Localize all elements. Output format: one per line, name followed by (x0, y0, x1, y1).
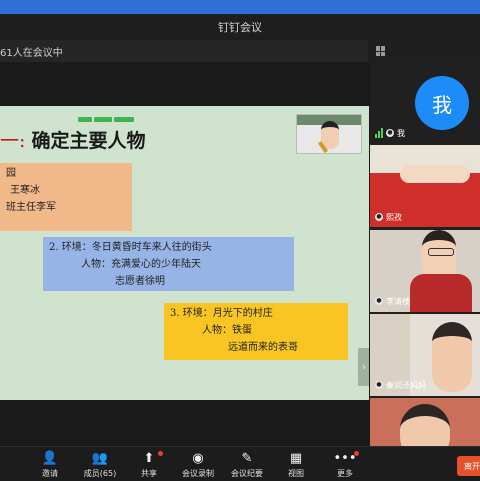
invite-button[interactable]: 👤 邀请 (28, 451, 72, 479)
mic-icon: ● (375, 381, 383, 389)
box2-line2: 人物：充满爱心的少年陆天 (81, 259, 201, 270)
members-icon: 👥 (91, 451, 109, 466)
minutes-button[interactable]: ✎ 会议纪要 (225, 451, 269, 479)
participant-name: 李清楼 (386, 296, 410, 306)
leave-label: 离开 (464, 461, 480, 471)
grid-view-icon: ▦ (289, 451, 303, 466)
participant-name: 秦润泽妈妈 (386, 380, 426, 390)
mic-icon: ● (375, 213, 383, 221)
view-button[interactable]: ▦ 视图 (274, 451, 318, 479)
more-button[interactable]: ••• 更多 (323, 451, 367, 479)
box2-line1: 2. 环境：冬日黄昏时车来人往的街头 (49, 242, 212, 253)
record-button[interactable]: ◉ 会议录制 (176, 451, 220, 479)
box1-line3: 班主任李军 (6, 202, 56, 213)
signal-icon (375, 128, 383, 138)
grid-icon[interactable] (376, 46, 386, 56)
avatar-text: 我 (432, 92, 452, 117)
box2-line3: 志愿者徐明 (115, 276, 165, 287)
box1-line2: 王寒冰 (10, 185, 40, 196)
avatar[interactable]: 我 (415, 76, 469, 130)
participants-count: 61人在会议中 (0, 47, 63, 59)
slide-heading: 一: 确定主要人物 (0, 126, 145, 153)
character-box-2: 2. 环境：冬日黄昏时车来人往的街头 人物：充满爱心的少年陆天 志愿者徐明 (43, 237, 294, 291)
box3-line2: 人物：铁蛋 (202, 325, 252, 336)
add-person-icon: 👤 (41, 451, 59, 466)
slide-mini-toolbar (78, 107, 138, 122)
meeting-toolbar: 👤 邀请 👥 成员(65) ⬆ 共享 ◉ 会议录制 ✎ 会议纪要 ▦ 视图 ••… (0, 446, 480, 481)
more-badge-dot (354, 451, 359, 456)
share-label: 共享 (141, 469, 157, 478)
leave-meeting-button[interactable]: 离开 (457, 456, 480, 476)
participant-name-bar: ● 秦润泽妈妈 (375, 378, 426, 392)
share-active-dot (158, 451, 163, 456)
record-label: 会议录制 (182, 469, 214, 478)
box1-line1: 园 (6, 168, 16, 179)
more-dots-icon: ••• (333, 451, 357, 466)
self-name-bar: ● 我 (375, 126, 405, 140)
participant-name-bar: ● 李清楼 (375, 294, 410, 308)
members-label: 成员(65) (83, 469, 117, 478)
share-screen-icon: ⬆ (143, 451, 155, 466)
participant-name: 熙孜 (386, 212, 402, 222)
mic-icon: ● (386, 129, 394, 137)
character-box-3: 3. 环境：月光下的村庄 人物：铁蛋 远道而来的表哥 (164, 303, 348, 360)
pen-icon: ✎ (241, 451, 253, 466)
window-title: 钉钉会议 (218, 21, 262, 34)
minutes-label: 会议纪要 (231, 469, 263, 478)
window-titlebar: 钉钉会议 (0, 14, 480, 40)
more-label: 更多 (337, 469, 353, 478)
participant-name: 我 (397, 128, 405, 138)
heading-text: 确定主要人物 (31, 130, 146, 152)
participant-video-tile[interactable] (370, 398, 480, 446)
next-page-arrow-icon[interactable]: › (358, 348, 369, 386)
character-box-1: 园 王寒冰 班主任李军 (0, 163, 132, 231)
meeting-info-bar: 61人在会议中 (0, 40, 385, 62)
mic-icon: ● (375, 297, 383, 305)
invite-label: 邀请 (42, 469, 58, 478)
heading-prefix: 一: (0, 130, 26, 152)
participant-name-bar: ● 熙孜 (375, 210, 402, 224)
teacher-video-thumbnail[interactable] (296, 114, 362, 154)
members-button[interactable]: 👥 成员(65) (78, 451, 122, 479)
box3-line3: 远道而来的表哥 (228, 342, 298, 353)
box3-line1: 3. 环境：月光下的村庄 (170, 308, 273, 319)
os-top-strip (0, 0, 480, 14)
record-icon: ◉ (192, 451, 204, 466)
shared-slide: 一: 确定主要人物 园 王寒冰 班主任李军 2. 环境：冬日黄昏时车来人往的街头… (0, 106, 369, 400)
view-label: 视图 (288, 469, 304, 478)
share-button[interactable]: ⬆ 共享 (127, 451, 171, 479)
